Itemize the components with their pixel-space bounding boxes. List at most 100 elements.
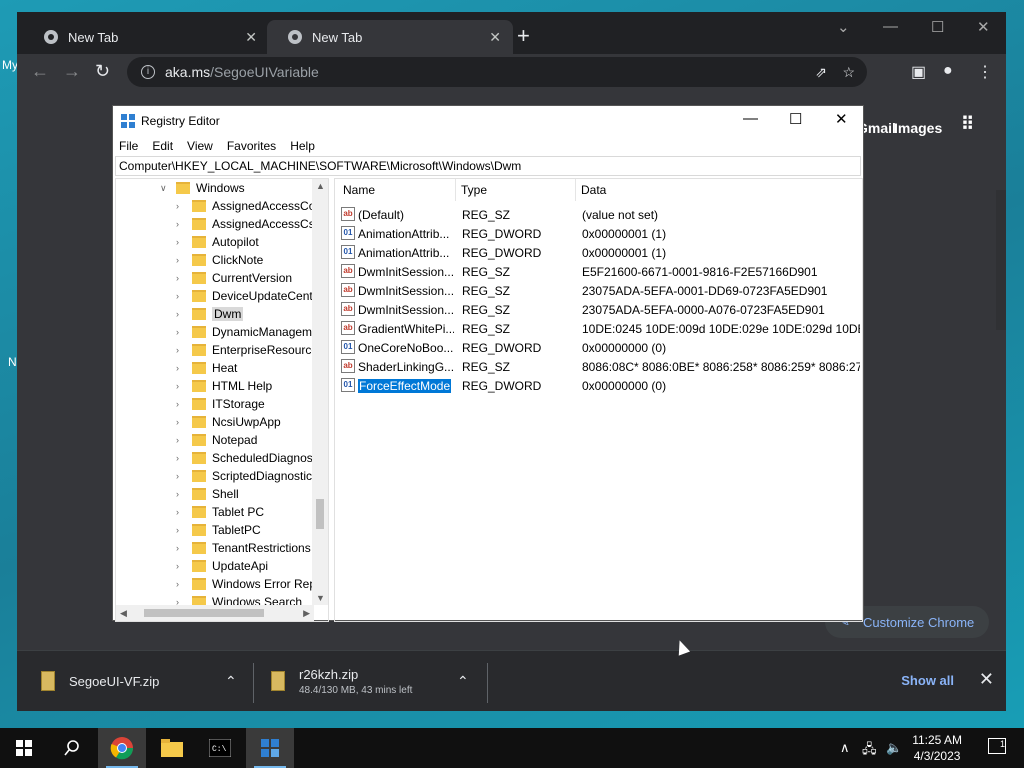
value-row[interactable]: ab DwmInitSession... REG_SZ E5F21600-6671-0… (339, 262, 859, 281)
tree-node-parent[interactable]: ∨ Windows (160, 179, 245, 197)
address-bar[interactable]: i aka.ms/SegoeUIVariable ⇗ ☆ (127, 57, 867, 87)
tree-node[interactable]: › Notepad (176, 431, 257, 449)
tree-horizontal-scrollbar[interactable]: ◀ ▶ (116, 605, 314, 621)
start-button[interactable] (0, 728, 48, 768)
value-row[interactable]: ab ShaderLinkingG... REG_SZ 8086:08C* 8086:… (339, 357, 860, 376)
back-icon[interactable]: ← (31, 61, 49, 82)
volume-icon[interactable]: 🔈 (886, 740, 902, 756)
menu-edit[interactable]: Edit (152, 139, 173, 153)
value-row[interactable]: ab GradientWhitePi... REG_SZ 10DE:0245 10DE… (339, 319, 860, 338)
taskbar-chrome[interactable] (98, 728, 146, 768)
search-button[interactable] (48, 728, 96, 768)
side-panel-icon[interactable]: ▣ (911, 62, 926, 82)
download-item[interactable]: SegoeUI-VF.zip (41, 661, 159, 701)
title-bar[interactable]: Registry Editor — ☐ ✕ (113, 106, 863, 136)
tree-node[interactable]: › UpdateApi (176, 557, 268, 575)
forward-icon[interactable]: → (63, 61, 81, 82)
chevron-right-icon[interactable]: › (176, 255, 186, 265)
apps-grid-icon[interactable]: ⠿ (961, 114, 974, 135)
share-icon[interactable]: ⇗ (815, 64, 827, 81)
tree-node[interactable]: › DeviceUpdateCent (176, 287, 313, 305)
images-link[interactable]: Images (894, 120, 942, 136)
tree-node[interactable]: › Tablet PC (176, 503, 264, 521)
tree-node[interactable]: › ClickNote (176, 251, 263, 269)
value-row[interactable]: 01 AnimationAttrib... REG_DWORD 0x00000001 … (339, 224, 859, 243)
value-row[interactable]: 01 ForceEffectMode REG_DWORD 0x00000000 (0) (339, 376, 859, 395)
site-info-icon[interactable]: i (141, 65, 155, 79)
tree-node[interactable]: › HTML Help (176, 377, 272, 395)
tree-node[interactable]: › Shell (176, 485, 239, 503)
chevron-right-icon[interactable]: › (176, 579, 186, 589)
menu-file[interactable]: File (119, 139, 138, 153)
chevron-right-icon[interactable]: › (176, 201, 186, 211)
clock[interactable]: 11:25 AM 4/3/2023 (912, 732, 962, 764)
chevron-right-icon[interactable]: › (176, 291, 186, 301)
tree-node[interactable]: › ScheduledDiagnos (176, 449, 313, 467)
chevron-right-icon[interactable]: › (176, 435, 186, 445)
desktop-icon-label[interactable]: My (2, 58, 18, 72)
desktop-icon-label[interactable]: N (8, 355, 17, 369)
chevron-up-icon[interactable]: ⌃ (457, 673, 469, 690)
download-item[interactable]: r26kzh.zip 48.4/130 MB, 43 mins left (271, 661, 412, 701)
notification-center-icon[interactable]: 1 (988, 738, 1006, 754)
column-header-name[interactable]: Name (343, 183, 375, 197)
scroll-left-icon[interactable]: ◀ (120, 608, 127, 619)
close-window-icon[interactable]: ✕ (977, 18, 990, 36)
new-tab-button[interactable]: + (517, 25, 530, 47)
chevron-up-icon[interactable]: ∧ (840, 740, 850, 756)
chevron-right-icon[interactable]: › (176, 399, 186, 409)
chevron-right-icon[interactable]: › (176, 543, 186, 553)
chevron-right-icon[interactable]: › (176, 489, 186, 499)
tree-node[interactable]: › Heat (176, 359, 237, 377)
bookmark-star-icon[interactable]: ☆ (842, 64, 855, 81)
value-row[interactable]: ab (Default) REG_SZ (value not set) (339, 205, 859, 224)
tree-vertical-scrollbar[interactable]: ▲ ▼ (312, 179, 328, 605)
chevron-right-icon[interactable]: › (176, 309, 186, 319)
minimize-icon[interactable]: — (743, 110, 758, 127)
tree-node[interactable]: › ITStorage (176, 395, 265, 413)
chevron-right-icon[interactable]: › (176, 237, 186, 247)
chevron-right-icon[interactable]: › (176, 273, 186, 283)
chevron-right-icon[interactable]: › (176, 417, 186, 427)
chevron-right-icon[interactable]: › (176, 507, 186, 517)
scroll-up-icon[interactable]: ▲ (316, 181, 325, 191)
taskbar-file-explorer[interactable] (148, 728, 196, 768)
minimize-icon[interactable]: — (883, 18, 898, 35)
chevron-right-icon[interactable]: › (176, 381, 186, 391)
tree-node[interactable]: › NcsiUwpApp (176, 413, 281, 431)
chevron-right-icon[interactable]: › (176, 471, 186, 481)
page-scrollbar[interactable] (996, 190, 1006, 330)
scroll-thumb[interactable] (316, 499, 324, 529)
value-row[interactable]: ab DwmInitSession... REG_SZ 23075ADA-5EFA-0… (339, 281, 859, 300)
taskbar-terminal[interactable]: C:\ (196, 728, 244, 768)
profile-icon[interactable]: ● (943, 62, 953, 80)
tree-node[interactable]: › EnterpriseResource (176, 341, 318, 359)
tree-node[interactable]: › Windows Error Rep (176, 575, 316, 593)
chevron-right-icon[interactable]: › (176, 525, 186, 535)
menu-view[interactable]: View (187, 139, 213, 153)
column-header-data[interactable]: Data (581, 183, 606, 197)
value-row[interactable]: 01 AnimationAttrib... REG_DWORD 0x00000001 … (339, 243, 859, 262)
address-path-field[interactable]: Computer\HKEY_LOCAL_MACHINE\SOFTWARE\Mic… (115, 156, 861, 176)
tab-search-icon[interactable]: ⌄ (837, 18, 850, 36)
chevron-right-icon[interactable]: › (176, 345, 186, 355)
tree-node[interactable]: › AssignedAccessCo (176, 197, 315, 215)
chevron-up-icon[interactable]: ⌃ (225, 673, 237, 690)
column-header-type[interactable]: Type (461, 183, 487, 197)
tree-node[interactable]: › AssignedAccessCsp (176, 215, 321, 233)
chevron-right-icon[interactable]: › (176, 219, 186, 229)
tab-close-icon[interactable]: ✕ (489, 29, 501, 46)
chevron-right-icon[interactable]: › (176, 327, 186, 337)
menu-kebab-icon[interactable]: ⋮ (977, 62, 993, 82)
tab-close-icon[interactable]: ✕ (245, 29, 257, 46)
menu-favorites[interactable]: Favorites (227, 139, 276, 153)
tree-node[interactable]: › DynamicManagem (176, 323, 312, 341)
tree-node[interactable]: › ScriptedDiagnostic (176, 467, 312, 485)
close-shelf-icon[interactable]: ✕ (979, 669, 994, 690)
maximize-icon[interactable]: ☐ (789, 110, 802, 128)
chevron-right-icon[interactable]: › (176, 363, 186, 373)
value-row[interactable]: ab DwmInitSession... REG_SZ 23075ADA-5EFA-0… (339, 300, 859, 319)
value-row[interactable]: 01 OneCoreNoBoo... REG_DWORD 0x00000000 (0) (339, 338, 859, 357)
menu-help[interactable]: Help (290, 139, 315, 153)
chevron-right-icon[interactable]: › (176, 453, 186, 463)
